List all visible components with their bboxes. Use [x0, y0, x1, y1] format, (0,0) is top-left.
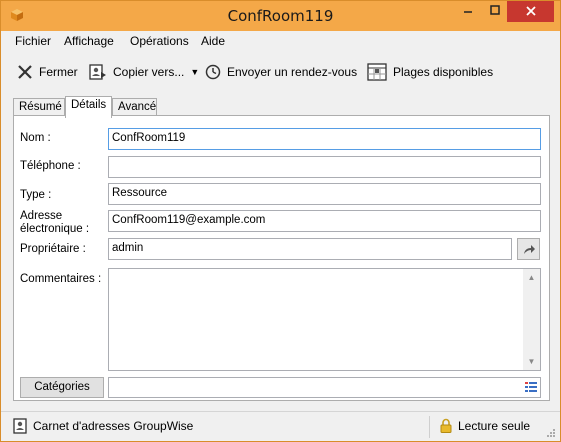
comments-label: Commentaires : — [20, 273, 102, 285]
email-field[interactable]: ConfRoom119@example.com — [108, 210, 541, 232]
owner-field[interactable]: admin — [108, 238, 512, 260]
status-separator — [429, 416, 430, 438]
email-label-line2: électronique : — [20, 223, 90, 235]
name-field[interactable]: ConfRoom119 — [108, 128, 541, 150]
close-x-icon — [18, 65, 32, 79]
send-appointment-button[interactable]: Envoyer un rendez-vous — [205, 61, 357, 83]
read-only-label: Lecture seule — [458, 418, 531, 433]
copy-label: Copier vers... — [113, 65, 185, 79]
close-icon — [525, 6, 536, 16]
available-ranges-button[interactable]: Plages disponibles — [367, 61, 493, 83]
minimize-icon — [463, 11, 472, 13]
owner-label: Propriétaire : — [20, 243, 86, 255]
close-button[interactable]: Fermer — [17, 61, 78, 83]
categories-field[interactable] — [108, 377, 541, 398]
categories-button[interactable]: Catégories — [20, 377, 104, 398]
maximize-icon — [489, 5, 500, 15]
close-label: Fermer — [39, 65, 78, 79]
send-label: Envoyer un rendez-vous — [227, 65, 358, 79]
contact-window: ConfRoom119 Fichier Affichage Opérations… — [0, 0, 561, 442]
phone-label: Téléphone : — [20, 160, 81, 172]
scroll-up-icon[interactable]: ▲ — [523, 269, 540, 286]
menu-affichage[interactable]: Affichage — [64, 34, 114, 48]
status-address-book: Carnet d'adresses GroupWise — [13, 418, 193, 434]
comments-textarea[interactable]: ▲ ▼ — [108, 268, 541, 371]
tab-avance[interactable]: Avancé — [112, 98, 157, 116]
copy-to-button[interactable]: Copier vers... ▼ — [89, 61, 199, 83]
status-read-only: Lecture seule — [440, 418, 530, 433]
minimize-button[interactable] — [454, 1, 481, 22]
ranges-label: Plages disponibles — [393, 65, 494, 79]
owner-open-button[interactable] — [517, 238, 540, 260]
email-label-line1: Adresse — [20, 210, 63, 222]
category-list-icon[interactable] — [525, 382, 537, 392]
phone-field[interactable] — [108, 156, 541, 178]
type-field[interactable]: Ressource — [108, 183, 541, 205]
calendar-grid-icon — [367, 63, 387, 81]
share-arrow-icon — [523, 245, 535, 254]
tab-details[interactable]: Détails — [65, 96, 112, 118]
clock-icon — [205, 64, 221, 80]
menu-operations[interactable]: Opérations — [130, 34, 189, 48]
menu-bar: Fichier Affichage Opérations Aide — [1, 31, 560, 51]
menu-aide[interactable]: Aide — [201, 34, 225, 48]
address-book-label: Carnet d'adresses GroupWise — [33, 419, 194, 433]
name-label: Nom : — [20, 132, 51, 144]
address-book-icon — [13, 418, 27, 434]
resize-grip-icon[interactable] — [546, 428, 556, 438]
chevron-down-icon: ▼ — [190, 67, 200, 77]
toolbar: Fermer Copier vers... ▼ Envoyer un rende… — [1, 53, 560, 91]
close-window-button[interactable] — [507, 1, 554, 22]
maximize-button[interactable] — [481, 1, 508, 22]
title-bar[interactable]: ConfRoom119 — [1, 1, 560, 31]
details-panel: Nom : ConfRoom119 Téléphone : Type : Res… — [13, 115, 550, 401]
menu-fichier[interactable]: Fichier — [15, 34, 51, 48]
type-label: Type : — [20, 189, 52, 201]
tab-resume[interactable]: Résumé — [13, 98, 65, 116]
scroll-down-icon[interactable]: ▼ — [523, 353, 540, 370]
copy-contact-icon — [89, 64, 106, 80]
comments-scrollbar[interactable]: ▲ ▼ — [523, 269, 540, 370]
status-bar: Carnet d'adresses GroupWise Lecture seul… — [1, 411, 560, 441]
lock-icon — [440, 418, 452, 433]
